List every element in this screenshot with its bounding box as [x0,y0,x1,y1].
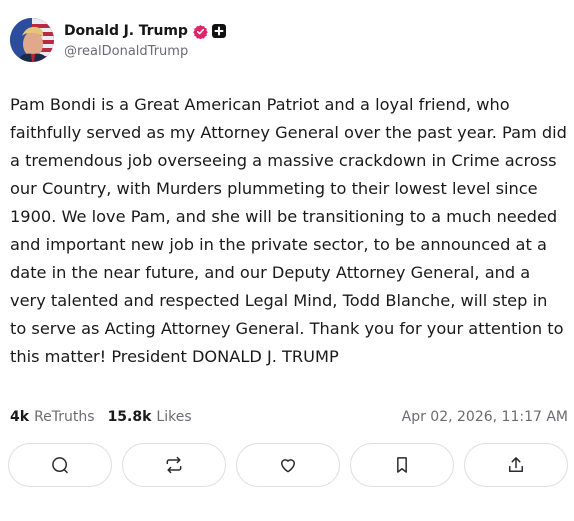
plus-badge-icon [211,24,226,38]
post-text: Pam Bondi is a Great American Patriot an… [10,95,567,366]
retruth-button[interactable] [122,443,226,487]
reply-button[interactable] [8,443,112,487]
verified-badge-icon [193,24,208,39]
share-button[interactable] [464,443,568,487]
retruths-count: 4k [10,409,30,425]
likes-stat[interactable]: 15.8k Likes [108,409,192,425]
retruths-label: ReTruths [34,409,95,425]
post-header: Donald J. Trump @realDonaldTrump [10,18,226,62]
post-stats: 4k ReTruths 15.8k Likes Apr 02, 2026, 11… [10,406,568,428]
author-handle[interactable]: @realDonaldTrump [64,44,226,59]
bookmark-icon [397,457,407,473]
author-name-row: Donald J. Trump [64,22,226,40]
author-info: Donald J. Trump @realDonaldTrump [64,21,226,59]
like-button[interactable] [236,443,340,487]
share-icon [509,457,523,472]
like-heart-icon [281,459,295,473]
reply-icon [52,457,68,474]
bookmark-button[interactable] [350,443,454,487]
action-bar [8,443,568,487]
retruth-icon [166,456,182,474]
post-timestamp[interactable]: Apr 02, 2026, 11:17 AM [402,409,568,425]
avatar-image [10,18,54,62]
likes-label: Likes [156,409,192,425]
likes-count: 15.8k [107,409,152,425]
author-display-name[interactable]: Donald J. Trump [64,23,188,39]
retruths-stat[interactable]: 4k ReTruths [10,409,95,425]
avatar[interactable] [10,18,54,62]
